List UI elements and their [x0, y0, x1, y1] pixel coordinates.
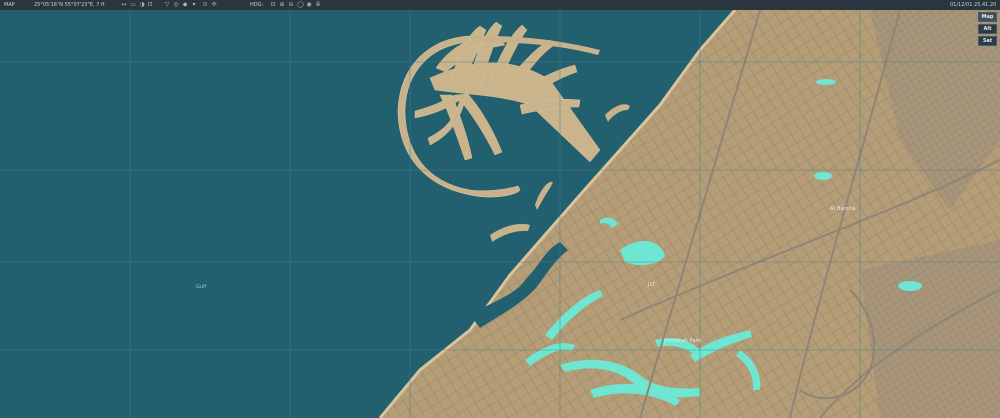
- heading-label: HDG:: [250, 2, 264, 8]
- district-label-3: Jumeirah Park: [664, 338, 702, 344]
- layer-button-sat[interactable]: Sat: [978, 36, 997, 46]
- sea-label: Gulf: [196, 284, 207, 290]
- clock: 01/12/01 25.41.20: [950, 2, 997, 8]
- layers-icon[interactable]: ◆: [182, 2, 188, 8]
- measure-icon[interactable]: ⊡: [147, 2, 153, 8]
- info-icon[interactable]: ⦾: [315, 2, 321, 8]
- zoom-fit-icon[interactable]: ⊡: [270, 2, 276, 8]
- map-svg[interactable]: [0, 10, 1000, 418]
- layer-button-alt[interactable]: Alt: [978, 24, 997, 34]
- cursor-coordinates: 25°05'16"N 55°07'23"E, 7 ft: [34, 2, 105, 8]
- map-canvas[interactable]: Gulf Al Barsha JLT Jumeirah Park: [0, 10, 1000, 418]
- layer-button-map[interactable]: Map: [978, 12, 997, 22]
- search-icon[interactable]: ⊙: [202, 2, 208, 8]
- move-icon[interactable]: ↔: [121, 2, 127, 8]
- district-label-1: Al Barsha: [830, 206, 856, 212]
- zoom-reset-icon[interactable]: ◯: [297, 2, 304, 8]
- settings-icon[interactable]: ◉: [306, 2, 312, 8]
- zoom-plus-icon[interactable]: ⊕: [279, 2, 285, 8]
- filter-icon[interactable]: ▽: [164, 2, 170, 8]
- zoom-out-icon[interactable]: ◑: [139, 2, 145, 8]
- section-label: MAP: [4, 2, 15, 8]
- marker-icon[interactable]: ▾: [191, 2, 197, 8]
- locate-icon[interactable]: ✣: [211, 2, 217, 8]
- target-icon[interactable]: ◎: [173, 2, 179, 8]
- layer-switcher: Map Alt Sat: [978, 12, 997, 48]
- zoom-in-icon[interactable]: ▭: [130, 2, 136, 8]
- zoom-minus-icon[interactable]: ⊖: [288, 2, 294, 8]
- district-label-2: JLT: [648, 282, 656, 288]
